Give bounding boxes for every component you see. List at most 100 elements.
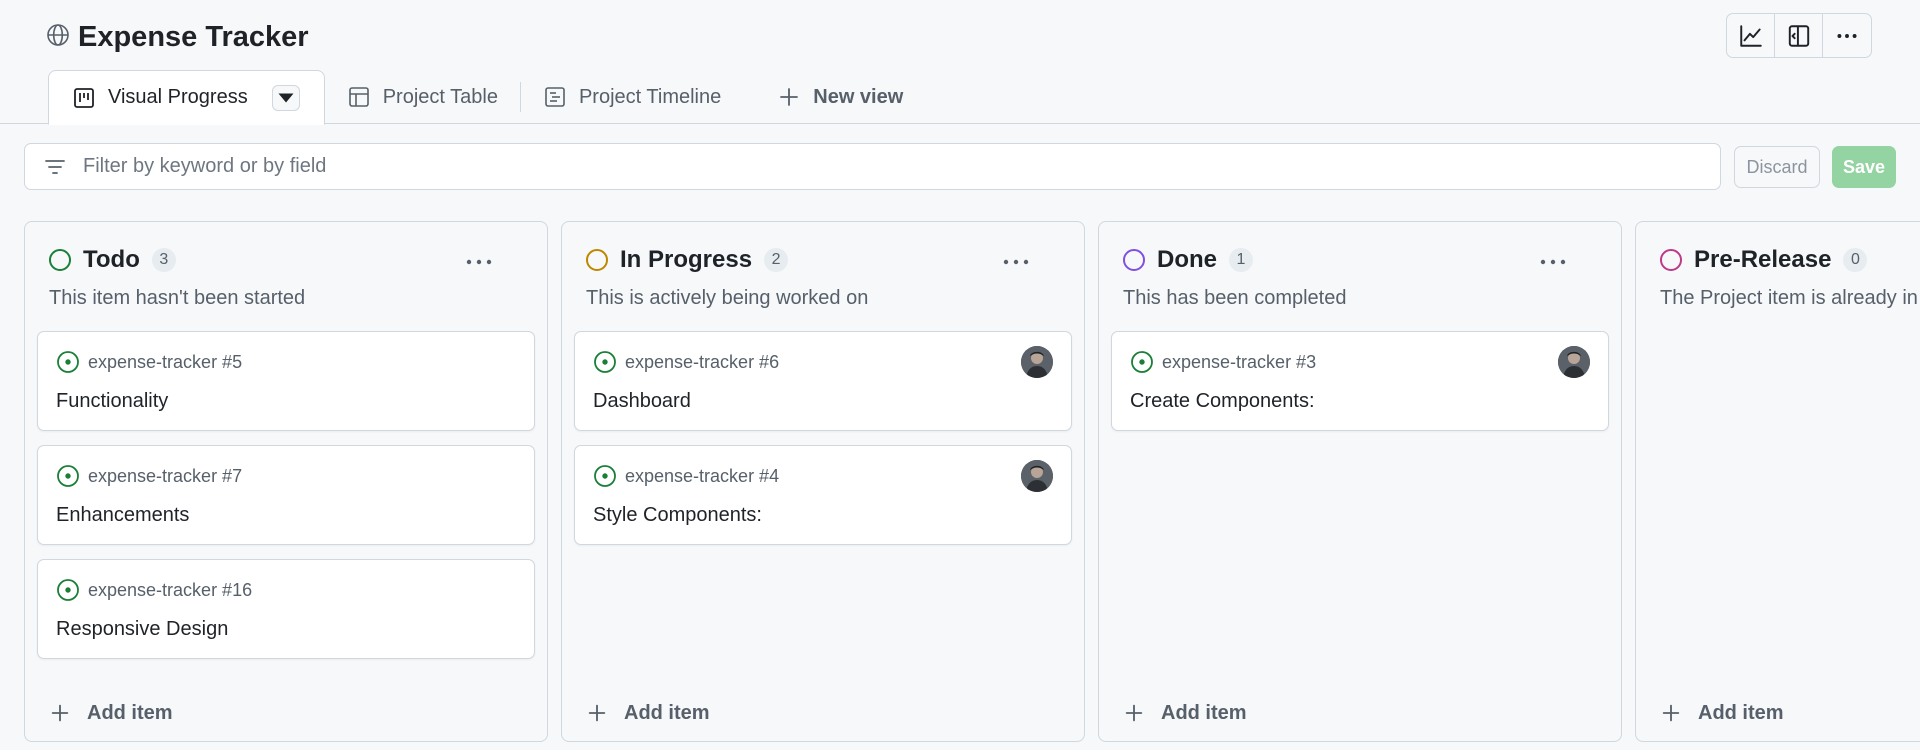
- assignee-avatar[interactable]: [1558, 346, 1590, 378]
- add-item-label: Add item: [87, 701, 173, 724]
- more-options-button[interactable]: [1823, 14, 1871, 57]
- tab-label: Project Table: [382, 85, 498, 108]
- add-item-button[interactable]: Add item: [49, 697, 173, 729]
- board-column-todo: Todo 3 This item hasn't been started exp…: [24, 221, 548, 742]
- column-menu-button[interactable]: [1537, 252, 1569, 272]
- card-title[interactable]: Responsive Design: [56, 618, 228, 641]
- card-meta: expense-tracker #4: [593, 464, 779, 488]
- column-title: In Progress: [620, 246, 753, 273]
- tab-project-table[interactable]: Project Table: [325, 70, 520, 124]
- insights-button[interactable]: [1727, 14, 1775, 57]
- project-header: Expense Tracker Visual Progress Project …: [0, 0, 1920, 125]
- side-panel-icon: [1788, 24, 1809, 47]
- board-card[interactable]: expense-tracker #5 Functionality: [37, 331, 535, 431]
- column-menu-button[interactable]: [1000, 252, 1032, 272]
- status-circle-icon: [49, 249, 71, 271]
- save-button[interactable]: Save: [1832, 146, 1896, 188]
- view-tabs: Visual Progress Project Table Project Ti…: [48, 70, 925, 125]
- column-count-badge: 3: [151, 248, 176, 272]
- view-options-button[interactable]: [271, 84, 300, 111]
- column-header: In Progress 2: [586, 246, 1060, 274]
- filter-icon: [45, 159, 65, 174]
- assignee-avatar[interactable]: [1021, 346, 1053, 378]
- project-title-row: Expense Tracker: [46, 18, 309, 56]
- add-item-button[interactable]: Add item: [1660, 697, 1784, 729]
- tab-project-timeline[interactable]: Project Timeline: [521, 70, 743, 124]
- insights-icon: [1739, 24, 1762, 47]
- card-title[interactable]: Enhancements: [56, 504, 189, 527]
- column-count-badge: 2: [764, 248, 789, 272]
- board-icon: [74, 87, 94, 108]
- column-count-badge: 1: [1229, 248, 1253, 272]
- add-item-label: Add item: [1698, 701, 1784, 724]
- add-item-button[interactable]: Add item: [586, 697, 710, 729]
- filter-bar: [24, 143, 1721, 190]
- column-title: Todo: [83, 246, 140, 273]
- plus-icon: [1125, 704, 1143, 722]
- card-reference[interactable]: expense-tracker #3: [1162, 352, 1316, 373]
- side-panel-button[interactable]: [1775, 14, 1823, 57]
- tab-visual-progress[interactable]: Visual Progress: [48, 70, 325, 125]
- new-view-button[interactable]: New view: [743, 70, 925, 124]
- column-header: Pre-Release 0: [1660, 246, 1920, 274]
- column-menu-button[interactable]: [463, 252, 495, 272]
- add-item-button[interactable]: Add item: [1123, 697, 1247, 729]
- card-reference[interactable]: expense-tracker #4: [625, 466, 779, 487]
- status-circle-icon: [1123, 249, 1145, 271]
- board-card[interactable]: expense-tracker #3 Create Components:: [1111, 331, 1609, 431]
- card-meta: expense-tracker #7: [56, 464, 242, 488]
- board-card[interactable]: expense-tracker #7 Enhancements: [37, 445, 535, 545]
- roadmap-icon: [545, 87, 565, 107]
- discard-button[interactable]: Discard: [1734, 146, 1820, 188]
- card-title[interactable]: Create Components:: [1130, 390, 1315, 413]
- card-reference[interactable]: expense-tracker #7: [88, 466, 242, 487]
- globe-icon: [46, 23, 70, 52]
- issue-open-icon: [57, 351, 79, 373]
- project-title: Expense Tracker: [78, 20, 309, 53]
- plus-icon: [588, 704, 606, 722]
- card-title[interactable]: Style Components:: [593, 504, 762, 527]
- card-meta: expense-tracker #16: [56, 578, 252, 602]
- card-meta: expense-tracker #6: [593, 350, 779, 374]
- kebab-icon: [1540, 259, 1566, 265]
- column-header: Todo 3: [49, 246, 523, 274]
- filter-input[interactable]: [83, 155, 1720, 178]
- card-reference[interactable]: expense-tracker #16: [88, 580, 252, 601]
- assignee-avatar[interactable]: [1021, 460, 1053, 492]
- column-description: This is actively being worked on: [586, 287, 869, 309]
- card-title[interactable]: Functionality: [56, 390, 168, 413]
- column-description: The Project item is already in: [1660, 287, 1918, 309]
- card-meta: expense-tracker #5: [56, 350, 242, 374]
- add-item-label: Add item: [1161, 701, 1247, 724]
- column-count-badge: 0: [1843, 248, 1868, 272]
- board-card[interactable]: expense-tracker #4 Style Components:: [574, 445, 1072, 545]
- board-column-in-progress: In Progress 2 This is actively being wor…: [561, 221, 1085, 742]
- tab-label: Visual Progress: [108, 86, 248, 108]
- issue-open-icon: [594, 351, 616, 373]
- board-card[interactable]: expense-tracker #16 Responsive Design: [37, 559, 535, 659]
- tab-label: New view: [813, 85, 904, 108]
- kebab-icon: [466, 259, 492, 265]
- add-item-label: Add item: [624, 701, 710, 724]
- table-icon: [348, 87, 369, 107]
- card-reference[interactable]: expense-tracker #6: [625, 352, 779, 373]
- kebab-icon: [1837, 33, 1857, 38]
- issue-open-icon: [57, 465, 79, 487]
- status-circle-icon: [586, 249, 608, 271]
- column-title: Pre-Release: [1694, 246, 1832, 273]
- project-actions: [1726, 13, 1872, 58]
- status-circle-icon: [1660, 249, 1682, 271]
- kebab-icon: [1003, 259, 1029, 265]
- tab-label: Project Timeline: [578, 85, 722, 108]
- card-title[interactable]: Dashboard: [593, 390, 691, 413]
- card-reference[interactable]: expense-tracker #5: [88, 352, 242, 373]
- board-card[interactable]: expense-tracker #6 Dashboard: [574, 331, 1072, 431]
- board-column-done: Done 1 This has been completed expense-t…: [1098, 221, 1622, 742]
- issue-open-icon: [594, 465, 616, 487]
- card-meta: expense-tracker #3: [1130, 350, 1316, 374]
- board-column-pre-release: Pre-Release 0 The Project item is alread…: [1635, 221, 1920, 742]
- plus-icon: [780, 88, 799, 106]
- column-description: This has been completed: [1123, 287, 1347, 309]
- issue-open-icon: [1131, 351, 1153, 373]
- plus-icon: [1662, 704, 1680, 722]
